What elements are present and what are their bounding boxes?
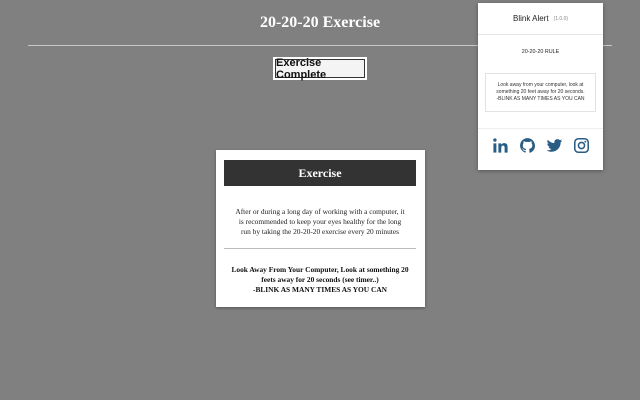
exercise-card: Exercise After or during a long day of w… xyxy=(216,150,425,307)
twitter-icon[interactable] xyxy=(546,137,563,154)
popup-blink-line: -BLINK AS MANY TIMES AS YOU CAN xyxy=(496,96,585,102)
instagram-icon[interactable] xyxy=(573,137,590,154)
social-links xyxy=(478,134,603,156)
popup-rule-title: 20-20-20 RULE xyxy=(521,49,560,55)
github-icon[interactable] xyxy=(519,137,536,154)
exercise-complete-button[interactable]: Exercise Complete xyxy=(273,57,367,81)
card-description: After or during a long day of working wi… xyxy=(235,207,405,236)
popup-divider xyxy=(478,128,603,129)
exercise-complete-label[interactable]: Exercise Complete xyxy=(275,57,365,81)
blink-text: -BLINK AS MANY TIMES AS YOU CAN xyxy=(252,285,387,294)
popup-rule-box: Look away from your computer, look at so… xyxy=(485,73,596,112)
linkedin-icon[interactable] xyxy=(492,137,509,154)
instruction-text: Look Away From Your Computer, Look at so… xyxy=(231,265,409,284)
popup-version: (1.0.0) xyxy=(553,15,569,22)
extension-popup: Blink Alert (1.0.0) 20-20-20 RULE Look a… xyxy=(478,3,603,170)
card-divider xyxy=(224,248,416,249)
card-instructions: Look Away From Your Computer, Look at so… xyxy=(230,265,410,295)
popup-rule-line: Look away from your computer, look at so… xyxy=(496,82,585,95)
popup-header: Blink Alert (1.0.0) xyxy=(478,3,603,35)
card-heading: Exercise xyxy=(224,160,416,186)
popup-app-name: Blink Alert xyxy=(512,14,549,23)
popup-rule-text: Look away from your computer, look at so… xyxy=(489,82,593,103)
